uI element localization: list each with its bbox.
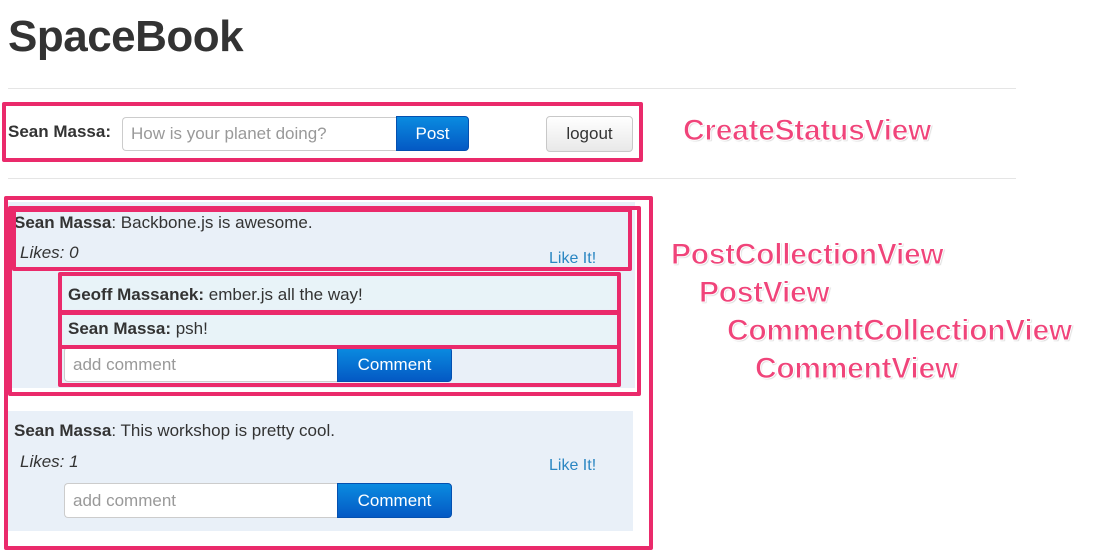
post-likes: Likes: 0	[20, 243, 79, 262]
comment-button[interactable]: Comment	[337, 347, 452, 382]
comment-view-label: CommentView	[755, 352, 959, 386]
spacebook-page: SpaceBook Sean Massa: Post logout Sean M…	[0, 0, 1109, 558]
status-input[interactable]	[122, 117, 396, 151]
current-user-label: Sean Massa:	[8, 122, 111, 141]
comment-input[interactable]	[64, 483, 338, 518]
comment-input[interactable]	[64, 347, 338, 382]
comment-text: Geoff Massanek: ember.js all the way!	[68, 285, 363, 305]
post-button[interactable]: Post	[396, 116, 469, 151]
post-collection-view-label: PostCollectionView	[670, 238, 944, 272]
comment-author: Sean Massa:	[68, 319, 171, 338]
post-text: Sean Massa: Backbone.js is awesome.	[14, 213, 313, 233]
post-body: : Backbone.js is awesome.	[111, 213, 313, 232]
post-author: Sean Massa	[14, 421, 112, 440]
like-link[interactable]: Like It!	[549, 457, 596, 475]
like-link[interactable]: Like It!	[549, 250, 596, 268]
comment-button[interactable]: Comment	[337, 483, 452, 518]
post-author: Sean Massa	[14, 213, 112, 232]
header-divider	[8, 88, 1016, 89]
comment-body: psh!	[171, 319, 208, 338]
app-title: SpaceBook	[8, 12, 244, 61]
comment-collection-view-label: CommentCollectionView	[727, 314, 1073, 348]
post-body: : This workshop is pretty cool.	[111, 421, 335, 440]
comment-author: Geoff Massanek:	[68, 285, 205, 304]
logout-button[interactable]: logout	[546, 116, 633, 152]
post-view-label: PostView	[698, 276, 830, 310]
post-likes: Likes: 1	[20, 452, 79, 471]
create-status-view-label: CreateStatusView	[682, 114, 932, 148]
comment-body: ember.js all the way!	[204, 285, 363, 304]
post-text: Sean Massa: This workshop is pretty cool…	[14, 421, 335, 441]
comment-text: Sean Massa: psh!	[68, 319, 208, 339]
form-divider	[8, 178, 1016, 179]
